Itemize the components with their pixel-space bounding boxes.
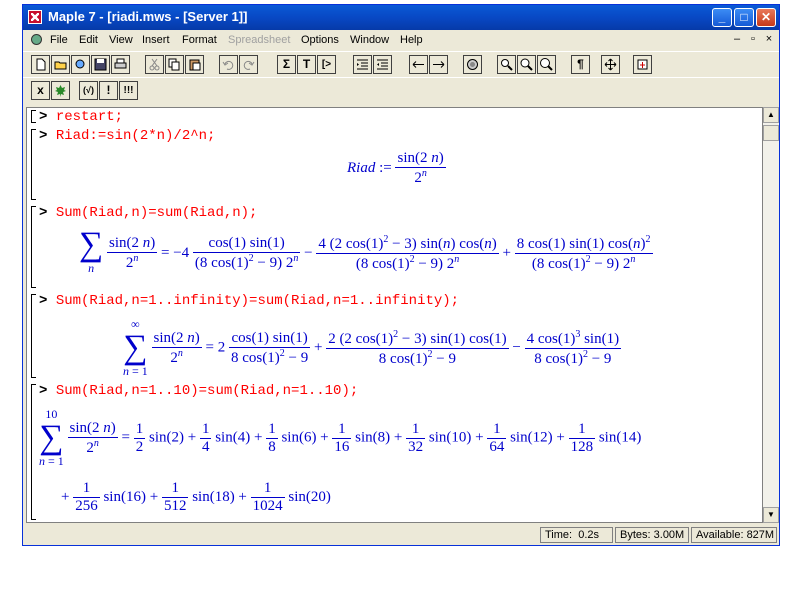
print-button[interactable]: [111, 55, 130, 74]
maximize-button[interactable]: □: [734, 8, 754, 27]
close-button[interactable]: ✕: [756, 8, 776, 27]
group-bracket: [31, 110, 36, 123]
prompt-sum-indefinite[interactable]: > Sum(Riad,n)=sum(Riad,n);: [39, 205, 257, 221]
cut-button[interactable]: [145, 55, 164, 74]
open-url-button[interactable]: [71, 55, 90, 74]
exec-times-button[interactable]: x: [31, 81, 50, 100]
indent-button[interactable]: [353, 55, 372, 74]
output-sum-finite-continued: + 1 256 sin(16) + 1 512 sin(18) + 1 1024 si…: [61, 480, 331, 514]
zoom-200-button[interactable]: [537, 55, 556, 74]
menu-edit[interactable]: Edit: [79, 34, 98, 46]
restart-button[interactable]: [601, 55, 620, 74]
mdi-restore-button[interactable]: ▫: [746, 33, 760, 46]
context-toolbar: x (√) ! !!!: [23, 77, 779, 103]
menu-spreadsheet[interactable]: Spreadsheet: [228, 34, 290, 46]
prompt-sum-infinite[interactable]: > Sum(Riad,n=1..infinity)=sum(Riad,n=1..…: [39, 293, 459, 309]
menu-help[interactable]: Help: [400, 34, 423, 46]
new-button[interactable]: [31, 55, 50, 74]
open-button[interactable]: [51, 55, 70, 74]
status-time: Time: 0.2s: [540, 527, 613, 543]
maple-leaf-button[interactable]: [51, 81, 70, 100]
undo-button[interactable]: [219, 55, 238, 74]
zoom-100-button[interactable]: [497, 55, 516, 74]
output-sum-infinite: ∞ ∑ n = 1 sin(2 n) 2n = 2 cos(1) sin(1) 8 co…: [123, 317, 622, 378]
forward-button[interactable]: [429, 55, 448, 74]
insert-prompt-button[interactable]: [>: [317, 55, 336, 74]
prompt-sum-finite[interactable]: > Sum(Riad,n=1..10)=sum(Riad,n=1..10);: [39, 383, 358, 399]
document-menu-icon[interactable]: [30, 33, 43, 46]
menu-insert[interactable]: Insert: [142, 34, 170, 46]
insert-math-button[interactable]: Σ: [277, 55, 296, 74]
group-bracket: [31, 129, 36, 200]
output-sum-finite: 10 ∑ n = 1 sin(2 n) 2n = 12 sin(2) + 14 sin…: [39, 407, 642, 468]
prompt-riad[interactable]: > Riad:=sin(2*n)/2^n;: [39, 128, 215, 144]
minimize-button[interactable]: _: [712, 8, 732, 27]
back-button[interactable]: [409, 55, 428, 74]
group-bracket: [31, 294, 36, 378]
exec-all-button[interactable]: !!!: [119, 81, 138, 100]
group-bracket: [31, 206, 36, 288]
menu-file[interactable]: File: [50, 34, 68, 46]
mdi-close-button[interactable]: ×: [762, 33, 776, 46]
scroll-thumb[interactable]: [763, 125, 779, 141]
prompt-restart[interactable]: > restart;: [39, 109, 123, 125]
exec-paren-button[interactable]: (√): [79, 81, 98, 100]
maple-leaf-icon[interactable]: [28, 10, 42, 24]
menu-view[interactable]: View: [109, 34, 133, 46]
status-bar: Time: 0.2s Bytes: 3.00M Available: 827M: [23, 525, 779, 545]
scroll-up-button[interactable]: ▲: [763, 107, 779, 123]
status-available: Available: 827M: [691, 527, 777, 543]
status-bytes: Bytes: 3.00M: [615, 527, 689, 543]
copy-button[interactable]: [165, 55, 184, 74]
vertical-scrollbar[interactable]: ▲ ▼: [763, 107, 779, 523]
outdent-button[interactable]: [373, 55, 392, 74]
redo-button[interactable]: [239, 55, 258, 74]
show-markers-button[interactable]: ¶: [571, 55, 590, 74]
stop-button[interactable]: [463, 55, 482, 74]
menu-format[interactable]: Format: [182, 34, 217, 46]
group-bracket: [31, 384, 36, 520]
insert-text-button[interactable]: T: [297, 55, 316, 74]
main-toolbar: Σ T [> ¶: [23, 51, 779, 77]
title-bar[interactable]: Maple 7 - [riadi.mws - [Server 1]] _ □ ✕: [23, 5, 779, 30]
zoom-150-button[interactable]: [517, 55, 536, 74]
debug-button[interactable]: [633, 55, 652, 74]
save-button[interactable]: [91, 55, 110, 74]
exec-selection-button[interactable]: !: [99, 81, 118, 100]
maple-window: Maple 7 - [riadi.mws - [Server 1]] _ □ ✕…: [22, 4, 780, 546]
output-sum-indefinite: ∑ n sin(2 n) 2n = −4 cos(1) sin(1) (8 cos(1…: [79, 226, 653, 275]
output-riad: Riad := sin(2 n) 2n: [347, 150, 446, 186]
menu-options[interactable]: Options: [301, 34, 339, 46]
menu-window[interactable]: Window: [350, 34, 389, 46]
paste-button[interactable]: [185, 55, 204, 74]
menu-bar: File Edit View Insert Format Spreadsheet…: [23, 30, 779, 50]
mdi-minimize-button[interactable]: –: [730, 33, 744, 46]
scroll-down-button[interactable]: ▼: [763, 507, 779, 523]
window-title: Maple 7 - [riadi.mws - [Server 1]]: [48, 9, 248, 24]
worksheet[interactable]: > restart; > Riad:=sin(2*n)/2^n; Riad :=…: [26, 107, 763, 523]
